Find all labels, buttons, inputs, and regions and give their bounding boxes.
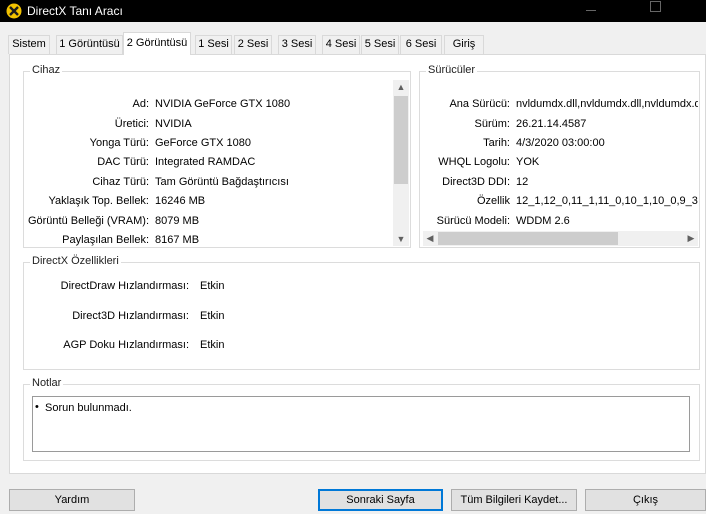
feature-key-agp: AGP Doku Hızlandırması: — [63, 339, 189, 351]
device-key-total-memory: Yaklaşık Top. Bellek: — [48, 195, 149, 207]
next-page-button[interactable]: Sonraki Sayfa — [318, 489, 443, 511]
device-value-total-memory: 16246 MB — [155, 195, 206, 207]
driver-value-feature-levels: 12_1,12_0,11_1,11_0,10_1,10_0,9_3 — [516, 195, 698, 207]
driver-key-model: Sürücü Modeli: — [436, 215, 510, 227]
notes-textbox[interactable]: • Sorun bulunmadı. — [32, 396, 690, 452]
driver-key-whql: WHQL Logolu: — [438, 156, 510, 168]
close-icon[interactable] — [694, 0, 706, 22]
tab-sound-1[interactable]: 1 Sesi — [195, 35, 232, 54]
driver-key-date: Tarih: — [483, 137, 510, 149]
driver-value-ddi: 12 — [516, 176, 529, 188]
tab-sistem[interactable]: Sistem — [8, 35, 50, 54]
drivers-list: Ana Sürücü: nvldumdx.dll,nvldumdx.dll,nv… — [419, 97, 698, 232]
driver-value-version: 26.21.14.4587 — [516, 118, 587, 130]
device-list: Ad: NVIDIA GeForce GTX 1080 Üretici: NVI… — [23, 97, 393, 247]
device-key-device-type: Cihaz Türü: — [92, 176, 149, 188]
device-value-device-type: Tam Görüntü Bağdaştırıcısı — [155, 176, 289, 188]
tab-sound-5[interactable]: 5 Sesi — [361, 35, 399, 54]
tab-sound-4[interactable]: 4 Sesi — [322, 35, 360, 54]
device-value-vram: 8079 MB — [155, 215, 200, 227]
feature-key-direct3d: Direct3D Hızlandırması: — [72, 310, 189, 322]
feature-value-directdraw: Etkin — [200, 280, 225, 292]
driver-key-main: Ana Sürücü: — [449, 98, 510, 110]
tab-display-2[interactable]: 2 Görüntüsü — [123, 32, 191, 55]
device-key-dac-type: DAC Türü: — [97, 156, 149, 168]
drivers-group-label: Sürücüler — [426, 64, 478, 76]
drivers-scrollbar[interactable]: ◀ ▶ — [423, 231, 698, 246]
driver-value-main: nvldumdx.dll,nvldumdx.dll,nvldumdx.dll — [516, 98, 698, 110]
device-value-dac-type: Integrated RAMDAC — [155, 156, 256, 168]
scroll-thumb[interactable] — [438, 232, 618, 245]
device-key-chip-type: Yonga Türü: — [89, 137, 149, 149]
driver-key-version: Sürüm: — [474, 118, 510, 130]
tab-log[interactable]: Giriş — [444, 35, 484, 54]
tab-sound-3[interactable]: 3 Sesi — [278, 35, 316, 54]
scroll-up-arrow-icon[interactable]: ▲ — [393, 80, 409, 94]
maximize-icon[interactable] — [632, 0, 678, 22]
device-value-shared-memory: 8167 MB — [155, 234, 200, 246]
driver-value-date: 4/3/2020 03:00:00 — [516, 137, 605, 149]
help-button[interactable]: Yardım — [9, 489, 135, 511]
tab-sound-6[interactable]: 6 Sesi — [400, 35, 442, 54]
driver-key-ddi: Direct3D DDI: — [442, 176, 510, 188]
device-scrollbar[interactable]: ▲ ▼ — [393, 80, 409, 246]
device-group-label: Cihaz — [30, 64, 63, 76]
scroll-left-arrow-icon[interactable]: ◀ — [423, 231, 437, 246]
tab-sound-2[interactable]: 2 Sesi — [234, 35, 272, 54]
device-key-manufacturer: Üretici: — [114, 118, 149, 130]
scroll-down-arrow-icon[interactable]: ▼ — [393, 232, 409, 246]
driver-key-feature-levels: Özellik — [476, 195, 510, 207]
title-bar: DirectX Tanı Aracı — [0, 0, 706, 22]
tab-display-1[interactable]: 1 Görüntüsü — [56, 35, 123, 54]
features-list: DirectDraw Hızlandırması: Etkin Direct3D… — [23, 280, 700, 360]
note-bullet: • — [35, 401, 39, 413]
notes-group-label: Notlar — [30, 377, 64, 389]
save-all-info-button[interactable]: Tüm Bilgileri Kaydet... — [451, 489, 577, 511]
exit-button[interactable]: Çıkış — [585, 489, 706, 511]
device-value-chip-type: GeForce GTX 1080 — [155, 137, 251, 149]
driver-value-model: WDDM 2.6 — [516, 215, 570, 227]
device-key-shared-memory: Paylaşılan Bellek: — [62, 234, 149, 246]
device-key-vram: Görüntü Belleği (VRAM): — [27, 215, 149, 227]
scroll-right-arrow-icon[interactable]: ▶ — [684, 231, 698, 246]
device-value-name: NVIDIA GeForce GTX 1080 — [155, 98, 291, 110]
feature-value-agp: Etkin — [200, 339, 225, 351]
minimize-icon[interactable] — [568, 0, 614, 22]
feature-key-directdraw: DirectDraw Hızlandırması: — [60, 280, 189, 292]
note-item: Sorun bulunmadı. — [45, 402, 132, 414]
device-key-name: Ad: — [132, 98, 149, 110]
driver-value-whql: YOK — [516, 156, 540, 168]
scroll-thumb[interactable] — [394, 96, 408, 184]
feature-value-direct3d: Etkin — [200, 310, 225, 322]
window-title: DirectX Tanı Aracı — [27, 4, 123, 18]
directx-x-icon — [6, 3, 22, 19]
directx-features-label: DirectX Özellikleri — [30, 255, 121, 267]
device-value-manufacturer: NVIDIA — [155, 118, 192, 130]
